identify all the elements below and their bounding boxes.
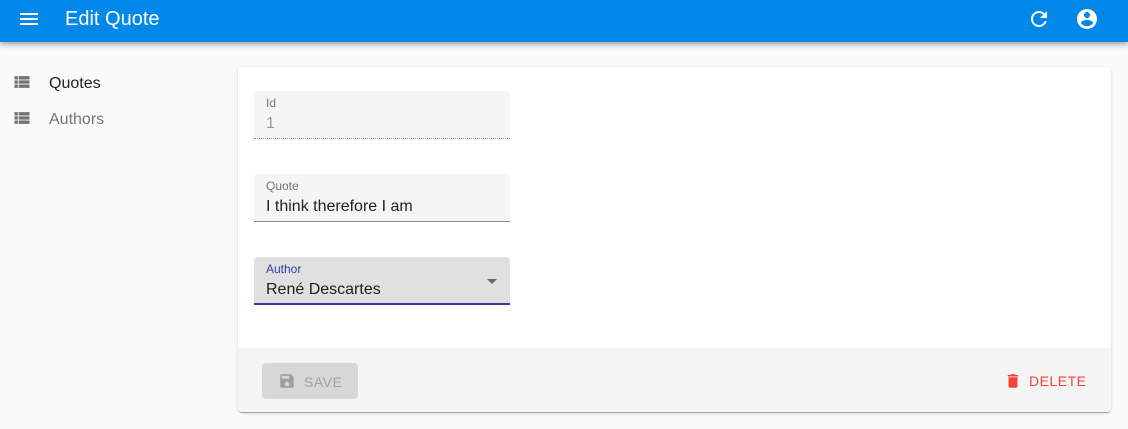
menu-icon[interactable] xyxy=(17,7,41,31)
quote-field-value[interactable]: I think therefore I am xyxy=(266,197,413,216)
form-toolbar: SAVE DELETE xyxy=(238,348,1111,412)
sidebar-item-label: Authors xyxy=(49,111,105,128)
id-field-value: 1 xyxy=(266,115,275,132)
id-field-label: Id xyxy=(266,96,277,110)
save-button[interactable]: SAVE xyxy=(262,363,358,399)
author-select[interactable]: Author René Descartes xyxy=(254,257,510,305)
quote-input[interactable]: Quote I think therefore I am xyxy=(254,174,510,222)
page-title: Edit Quote xyxy=(65,8,160,30)
account-circle-icon[interactable] xyxy=(1075,7,1099,31)
author-field-underline xyxy=(254,303,510,305)
sidebar-item-authors[interactable]: Authors xyxy=(0,102,220,138)
delete-icon xyxy=(1004,372,1022,390)
list-icon xyxy=(12,108,32,128)
quote-field-underline xyxy=(254,221,510,222)
save-button-label: SAVE xyxy=(304,374,343,390)
sidebar-item-quotes[interactable]: Quotes xyxy=(0,66,220,102)
sidebar: Quotes Authors xyxy=(0,66,220,138)
id-field-underline xyxy=(254,138,510,139)
list-icon xyxy=(12,72,32,92)
save-icon xyxy=(278,372,296,390)
id-field: Id 1 xyxy=(254,91,510,139)
quote-field-label: Quote xyxy=(266,179,299,193)
refresh-icon[interactable] xyxy=(1027,7,1051,31)
arrow-drop-down-icon[interactable] xyxy=(480,269,504,293)
author-field-label: Author xyxy=(266,262,302,276)
delete-button-label: DELETE xyxy=(1029,373,1087,389)
author-field-value[interactable]: René Descartes xyxy=(266,280,381,299)
app-bar: Edit Quote xyxy=(0,0,1128,42)
sidebar-item-label: Quotes xyxy=(49,75,101,92)
edit-form-card: Id 1 Quote I think therefore I am Author… xyxy=(238,67,1111,412)
delete-button[interactable]: DELETE xyxy=(998,363,1096,399)
